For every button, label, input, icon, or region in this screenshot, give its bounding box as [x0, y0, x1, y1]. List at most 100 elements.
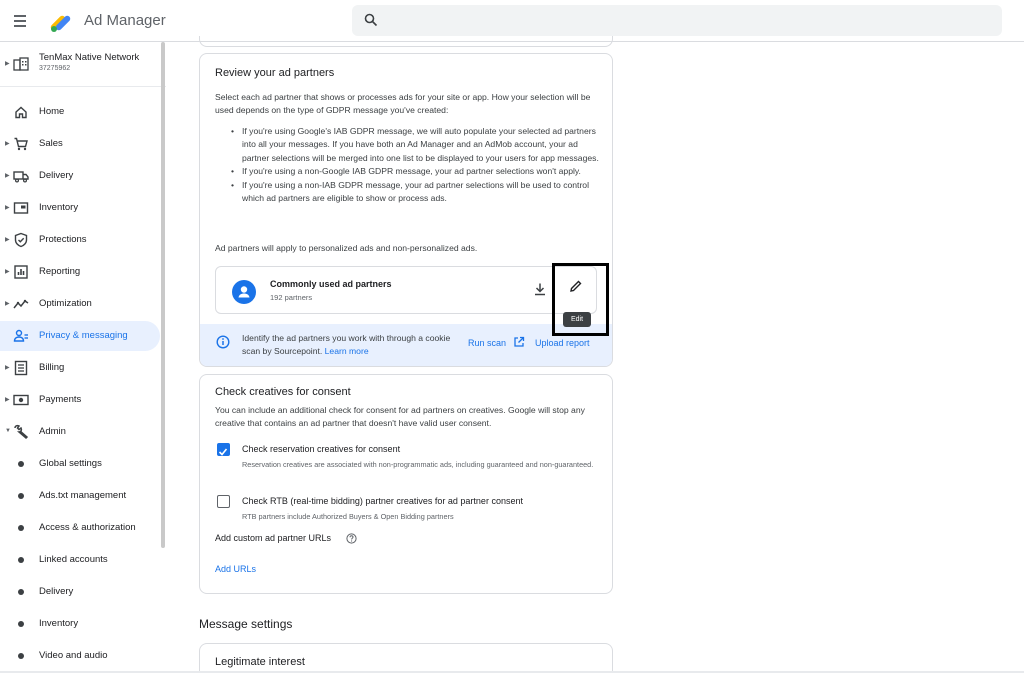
creative-consent-card: Check creatives for consent You can incl… [199, 374, 613, 594]
sidebar-subitem-ads-txt[interactable]: Ads.txt management [0, 481, 160, 511]
sidebar: ▶ TenMax Native Network 37275962 Home ▶ … [0, 42, 166, 673]
review-intro-text: Select each ad partner that shows or pro… [215, 92, 591, 116]
card-title: Check creatives for consent [215, 386, 351, 398]
card-title: Review your ad partners [215, 67, 335, 79]
sidebar-item-label: Optimization [39, 298, 92, 309]
list-item: If you're using Google's IAB GDPR messag… [215, 125, 605, 165]
payments-icon [13, 394, 29, 406]
inventory-icon [13, 202, 29, 214]
rtb-consent-label: Check RTB (real-time bidding) partner cr… [242, 496, 523, 506]
partner-list-row[interactable]: Commonly used ad partners 192 partners [215, 266, 597, 314]
caret-right-icon: ▶ [5, 397, 10, 403]
help-icon[interactable] [346, 533, 357, 544]
caret-right-icon: ▶ [5, 61, 10, 67]
bullet-dot [18, 557, 24, 563]
privacy-people-icon [13, 329, 28, 342]
sidebar-subitem-inventory[interactable]: Inventory [0, 609, 160, 639]
download-icon[interactable] [533, 282, 547, 296]
caret-down-icon: ▼ [5, 428, 11, 434]
add-urls-link[interactable]: Add URLs [215, 564, 256, 574]
sidebar-item-admin[interactable]: ▼ Admin [0, 417, 160, 447]
sidebar-subitem-video-audio[interactable]: Video and audio [0, 641, 160, 671]
caret-right-icon: ▶ [5, 173, 10, 179]
sidebar-item-label: Protections [39, 234, 87, 245]
bullet-dot [18, 525, 24, 531]
list-item: If you're using a non-IAB GDPR message, … [215, 179, 605, 206]
partner-avatar [232, 280, 256, 304]
info-icon [216, 335, 230, 349]
caret-right-icon: ▶ [5, 269, 10, 275]
sidebar-item-label: Payments [39, 394, 82, 405]
consent-description: You can include an additional check for … [215, 405, 585, 429]
sidebar-subitem-access-authorization[interactable]: Access & authorization [0, 513, 160, 543]
sidebar-item-home[interactable]: Home [0, 97, 160, 127]
pencil-edit-icon[interactable] [569, 279, 583, 293]
bullet-dot [18, 589, 24, 595]
sidebar-subitem-label: Ads.txt management [39, 490, 127, 501]
partner-count: 192 partners [270, 293, 313, 302]
sidebar-item-sales[interactable]: ▶ Sales [0, 129, 160, 159]
learn-more-link[interactable]: Learn more [325, 346, 369, 356]
ad-manager-logo [50, 15, 71, 32]
wrench-icon [14, 424, 29, 440]
caret-right-icon: ▶ [5, 205, 10, 211]
trend-icon [13, 299, 29, 309]
sidebar-item-reporting[interactable]: ▶ Reporting [0, 257, 160, 287]
sidebar-item-privacy-messaging[interactable]: Privacy & messaging [0, 321, 160, 351]
network-selector[interactable]: ▶ TenMax Native Network 37275962 [0, 51, 160, 81]
sidebar-subitem-label: Linked accounts [39, 554, 108, 565]
legitimate-interest-card: Legitimate interest [199, 643, 613, 673]
review-note-text: Ad partners will apply to personalized a… [215, 243, 478, 253]
sidebar-item-optimization[interactable]: ▶ Optimization [0, 289, 160, 319]
search-bar[interactable] [352, 5, 1002, 36]
sidebar-item-label: Sales [39, 138, 63, 149]
caret-right-icon: ▶ [5, 365, 10, 371]
sidebar-item-payments[interactable]: ▶ Payments [0, 385, 160, 415]
main-menu-button[interactable] [10, 10, 32, 32]
checkmark-icon [218, 448, 228, 456]
truck-icon [13, 171, 29, 183]
sidebar-subitem-label: Global settings [39, 458, 102, 469]
rtb-consent-desc: RTB partners include Authorized Buyers &… [242, 512, 454, 521]
bar-chart-icon [14, 265, 28, 279]
sidebar-item-label: Inventory [39, 202, 79, 213]
sidebar-item-label: Reporting [39, 266, 81, 277]
card-title: Legitimate interest [215, 656, 305, 668]
sidebar-subitem-label: Inventory [39, 618, 79, 629]
info-text: Identify the ad partners you work with t… [242, 332, 462, 358]
sidebar-item-label: Privacy & messaging [39, 330, 128, 341]
bullet-dot [18, 493, 24, 499]
open-external-icon[interactable] [513, 336, 525, 348]
caret-right-icon: ▶ [5, 301, 10, 307]
person-icon [238, 286, 250, 298]
reservation-consent-checkbox[interactable] [217, 443, 230, 456]
sidebar-item-label: Billing [39, 362, 65, 373]
review-bullet-list: If you're using Google's IAB GDPR messag… [215, 125, 605, 205]
building-icon [13, 57, 29, 71]
review-ad-partners-card: Review your ad partners Select each ad p… [199, 53, 613, 367]
sidebar-subitem-linked-accounts[interactable]: Linked accounts [0, 545, 160, 575]
sidebar-item-label: Delivery [39, 170, 74, 181]
network-name: TenMax Native Network [39, 52, 140, 63]
sidebar-item-delivery[interactable]: ▶ Delivery [0, 161, 160, 191]
upload-report-button[interactable]: Upload report [535, 338, 590, 348]
run-scan-button[interactable]: Run scan [468, 338, 506, 348]
bullet-dot [18, 653, 24, 659]
sidebar-item-label: Home [39, 106, 65, 117]
sidebar-subitem-label: Delivery [39, 586, 74, 597]
sidebar-subitem-global-settings[interactable]: Global settings [0, 449, 160, 479]
sidebar-scrollbar[interactable] [161, 42, 165, 548]
caret-right-icon: ▶ [5, 141, 10, 147]
sidebar-item-protections[interactable]: ▶ Protections [0, 225, 160, 255]
home-icon [15, 106, 27, 119]
reservation-consent-label: Check reservation creatives for consent [242, 444, 401, 454]
sidebar-subitem-label: Access & authorization [39, 522, 136, 533]
app-name: Ad Manager [84, 12, 166, 29]
sidebar-item-inventory[interactable]: ▶ Inventory [0, 193, 160, 223]
network-id: 37275962 [39, 65, 71, 72]
sidebar-item-billing[interactable]: ▶ Billing [0, 353, 160, 383]
rtb-consent-checkbox[interactable] [217, 495, 230, 508]
sidebar-subitem-delivery[interactable]: Delivery [0, 577, 160, 607]
message-settings-title: Message settings [199, 617, 293, 631]
reservation-consent-desc: Reservation creatives are associated wit… [242, 460, 594, 469]
